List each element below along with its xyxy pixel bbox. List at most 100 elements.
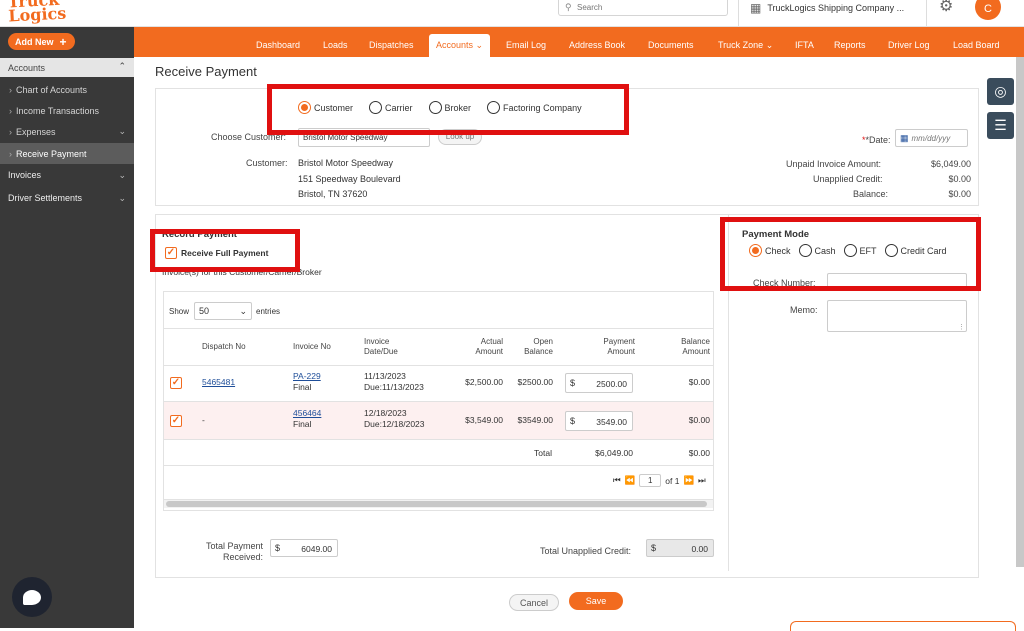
total-payment: $6,049.00 (595, 448, 633, 458)
sidebar-item-chart-of-accounts[interactable]: › Chart of Accounts (0, 79, 134, 100)
customer-name: Bristol Motor Speedway (298, 158, 394, 168)
chevron-down-icon: ⌄ (765, 40, 774, 50)
last-page-icon[interactable]: ⏭ (698, 475, 706, 486)
date-input[interactable]: ▦ mm/dd/yyy (895, 129, 968, 147)
payment-amount-input[interactable]: $2500.00 (565, 373, 633, 393)
cancel-button[interactable]: Cancel (509, 594, 559, 611)
invoice-link[interactable]: PA-229 (293, 371, 321, 381)
dispatch-cell: - (202, 415, 205, 425)
memo-textarea[interactable]: ⋮ (827, 300, 967, 332)
nav-reports[interactable]: Reports (827, 34, 873, 57)
table-hscroll[interactable] (164, 499, 713, 508)
nav-driver-log[interactable]: Driver Log (881, 34, 937, 57)
invoice-date-cell: 12/18/2023 Due:12/18/2023 (364, 408, 425, 429)
th-payment-amount[interactable]: Payment Amount (590, 337, 635, 357)
caret-right-icon: › (9, 105, 12, 116)
show-label: Show (169, 307, 190, 316)
chevron-down-icon: ⌄ (118, 126, 126, 136)
nav-load-board[interactable]: Load Board (946, 34, 1007, 57)
search-input[interactable] (577, 1, 722, 13)
page-title: Receive Payment (155, 64, 257, 79)
page-number-input[interactable]: 1 (639, 474, 662, 487)
nav-dispatches[interactable]: Dispatches (362, 34, 421, 57)
date-label-text: *Date: (865, 135, 891, 145)
resize-handle-icon: ⋮ (958, 324, 965, 331)
bottom-right-widget[interactable] (790, 621, 1016, 631)
sidebar-item-receive-payment[interactable]: › Receive Payment (0, 143, 134, 164)
caret-right-icon: › (9, 126, 12, 137)
sidebar-section-driver-settlements[interactable]: Driver Settlements ⌄ (0, 187, 134, 209)
balance-amount-cell: $0.00 (688, 415, 710, 425)
sidebar-item-expenses[interactable]: › Expenses ⌄ (0, 121, 134, 142)
nav-loads[interactable]: Loads (316, 34, 355, 57)
pagination: ⏮ ⏪ 1 of 1 ⏩ ⏭ (613, 474, 706, 487)
prev-page-icon[interactable]: ⏪ (625, 475, 636, 486)
balance-amount-cell: $0.00 (688, 377, 710, 387)
actual-amount-cell: $2,500.00 (465, 377, 503, 387)
sidebar-section-accounts[interactable]: Accounts ⌃ (0, 58, 134, 77)
invoice-date-cell: 11/13/2023 Due:11/13/2023 (364, 371, 424, 392)
first-page-icon[interactable]: ⏮ (613, 475, 621, 486)
customer-address-line-1: 151 Speedway Boulevard (298, 174, 401, 184)
entries-label: entries (256, 307, 281, 316)
entries-select[interactable]: 50 ⌄ (194, 302, 252, 320)
search-icon: ⚲ (565, 2, 572, 12)
nav-email-log[interactable]: Email Log (499, 34, 553, 57)
chat-button[interactable] (12, 577, 52, 617)
invoice-cell: 456464 Final (293, 408, 322, 429)
building-icon: ▦ (750, 1, 762, 15)
page-scrollbar[interactable] (1016, 57, 1024, 567)
user-avatar[interactable]: C (975, 0, 1001, 20)
th-open-balance[interactable]: Open Balance (514, 337, 553, 357)
actual-amount-cell: $3,549.00 (465, 415, 503, 425)
balance-value: $0.00 (948, 189, 971, 199)
total-payment-received-label: Total Payment Received: (205, 541, 263, 562)
dispatch-link[interactable]: 5465481 (202, 377, 235, 388)
save-button[interactable]: Save (569, 592, 623, 610)
th-invoice-date[interactable]: Invoice Date/Due (364, 337, 398, 357)
th-actual-amount[interactable]: Actual Amount (462, 337, 503, 357)
unapplied-credit-value: $0.00 (948, 174, 971, 184)
total-label: Total (534, 448, 552, 458)
payment-amount-input[interactable]: $3549.00 (565, 411, 633, 431)
sidebar-section-invoices[interactable]: Invoices ⌄ (0, 164, 134, 186)
nav-dashboard[interactable]: Dashboard (249, 34, 307, 57)
th-balance-amount[interactable]: Balance Amount (670, 337, 710, 357)
nav-address-book[interactable]: Address Book (562, 34, 632, 57)
nav-accounts[interactable]: Accounts ⌄ (429, 34, 491, 57)
nav-ifta[interactable]: IFTA (788, 34, 821, 57)
search-box[interactable]: ⚲ (558, 0, 728, 16)
header-divider (926, 0, 927, 26)
nav-truck-zone[interactable]: Truck Zone ⌄ (711, 34, 780, 57)
settings-gear-icon[interactable]: ⚙ (939, 0, 953, 16)
help-lifebuoy-icon[interactable]: ◎ (987, 78, 1014, 105)
total-payment-received-input[interactable]: $6049.00 (270, 539, 338, 557)
th-invoice-no[interactable]: Invoice No (293, 342, 331, 352)
top-bar: TruckLogics ⚲ ▦ TruckLogics Shipping Com… (0, 0, 1024, 27)
open-balance-cell: $3549.00 (517, 415, 553, 425)
company-name: TruckLogics Shipping Company ... (767, 3, 905, 13)
main-nav: Dashboard Loads Dispatches Accounts ⌄ Em… (134, 27, 1024, 57)
chevron-down-icon: ⌄ (118, 169, 126, 180)
notes-icon[interactable]: ☰ (987, 112, 1014, 139)
chevron-down-icon: ⌄ (239, 306, 247, 316)
add-new-button[interactable]: Add New + (8, 33, 75, 50)
nav-documents[interactable]: Documents (641, 34, 701, 57)
row-checkbox[interactable]: ✓ (170, 415, 182, 427)
row-checkbox[interactable]: ✓ (170, 377, 182, 389)
page-count: of 1 (665, 475, 680, 486)
unpaid-invoice-label: Unpaid Invoice Amount: (786, 159, 882, 169)
caret-right-icon: › (9, 148, 12, 159)
company-selector[interactable]: ▦ TruckLogics Shipping Company ... (750, 0, 904, 16)
invoice-link[interactable]: 456464 (293, 408, 321, 418)
total-unapplied-credit-label: Total Unapplied Credit: (540, 546, 632, 556)
th-dispatch-no[interactable]: Dispatch No (202, 342, 246, 352)
next-page-icon[interactable]: ⏩ (683, 475, 694, 486)
truck-logics-logo[interactable]: Truck Logics (7, 0, 67, 25)
total-balance: $0.00 (688, 448, 710, 458)
chevron-up-icon: ⌃ (118, 61, 126, 71)
sidebar-item-income-transactions[interactable]: › Income Transactions (0, 100, 134, 121)
plus-icon: + (59, 34, 67, 49)
highlight-box-payer-type (267, 84, 629, 135)
memo-label: Memo: (790, 305, 818, 315)
